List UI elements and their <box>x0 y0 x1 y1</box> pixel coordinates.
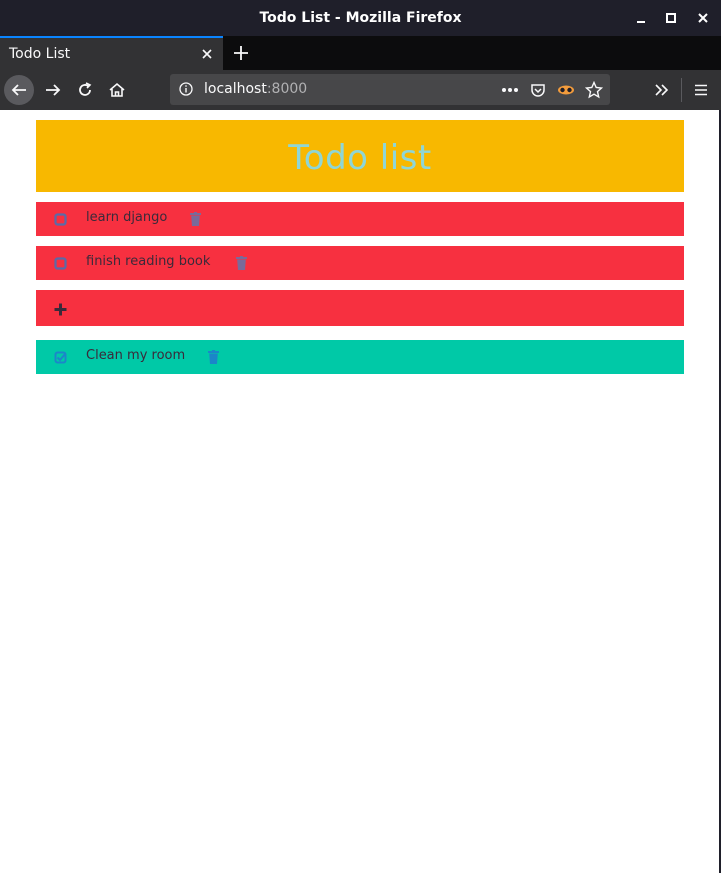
url-port: :8000 <box>266 81 308 97</box>
nav-toolbar: localhost:8000 <box>0 70 721 110</box>
todo-header: Todo list <box>36 120 684 192</box>
url-bar[interactable]: localhost:8000 <box>170 74 610 105</box>
todo-item: learn django <box>36 202 684 236</box>
plus-icon[interactable] <box>54 303 67 316</box>
todo-text: learn django <box>86 210 168 225</box>
trash-icon[interactable] <box>208 350 219 364</box>
toolbar-separator <box>681 78 682 102</box>
back-button[interactable] <box>4 75 34 105</box>
info-icon[interactable] <box>179 82 193 96</box>
star-icon <box>585 81 603 99</box>
todo-item: finish reading book <box>36 246 684 280</box>
close-icon <box>202 49 212 59</box>
pocket-icon <box>531 84 545 97</box>
home-button[interactable] <box>102 75 132 105</box>
page-title: Todo list <box>288 138 432 178</box>
mask-icon <box>558 85 574 95</box>
add-todo-row[interactable] <box>36 290 684 326</box>
arrow-left-icon <box>11 84 26 96</box>
checkbox-checked-icon[interactable] <box>54 351 67 364</box>
home-icon <box>109 82 125 97</box>
forward-button[interactable] <box>38 75 68 105</box>
url-host: localhost <box>204 81 267 97</box>
tab-label: Todo List <box>9 46 71 62</box>
arrow-right-icon <box>46 84 61 96</box>
trash-icon[interactable] <box>190 212 201 226</box>
url-text[interactable]: localhost:8000 <box>204 74 307 105</box>
checkbox-unchecked-icon[interactable] <box>54 213 67 226</box>
pocket-button[interactable] <box>528 80 548 100</box>
menu-icon <box>695 84 707 96</box>
maximize-button[interactable] <box>662 9 680 27</box>
browser-window: Todo List - Mozilla Firefox Todo List lo… <box>0 0 721 873</box>
minimize-button[interactable] <box>632 9 650 27</box>
reload-icon <box>79 82 92 96</box>
extension-button[interactable] <box>556 80 576 100</box>
tab-strip: Todo List <box>0 36 721 70</box>
plus-icon <box>234 46 248 60</box>
bookmark-button[interactable] <box>584 80 604 100</box>
new-tab-button[interactable] <box>230 42 252 64</box>
window-titlebar: Todo List - Mozilla Firefox <box>0 0 721 36</box>
close-window-button[interactable] <box>694 9 712 27</box>
todo-text: Clean my room <box>86 348 186 363</box>
tab-todo-list[interactable]: Todo List <box>0 36 223 70</box>
trash-icon[interactable] <box>236 256 247 270</box>
reload-button[interactable] <box>70 75 100 105</box>
hamburger-menu-button[interactable] <box>686 75 716 105</box>
overflow-menu-button[interactable] <box>647 75 677 105</box>
tab-close-button[interactable] <box>199 46 215 62</box>
todo-item: Clean my room <box>36 340 684 374</box>
chevrons-right-icon <box>655 84 669 96</box>
checkbox-unchecked-icon[interactable] <box>54 257 67 270</box>
page-content: Todo list learn django finish reading bo… <box>0 110 721 873</box>
minimize-icon <box>637 21 645 23</box>
page-actions-button[interactable] <box>500 80 520 100</box>
todo-text: finish reading book <box>86 254 211 269</box>
close-icon <box>698 13 708 23</box>
window-title: Todo List - Mozilla Firefox <box>259 10 462 26</box>
more-horizontal-icon <box>502 88 518 92</box>
maximize-icon <box>666 13 676 23</box>
